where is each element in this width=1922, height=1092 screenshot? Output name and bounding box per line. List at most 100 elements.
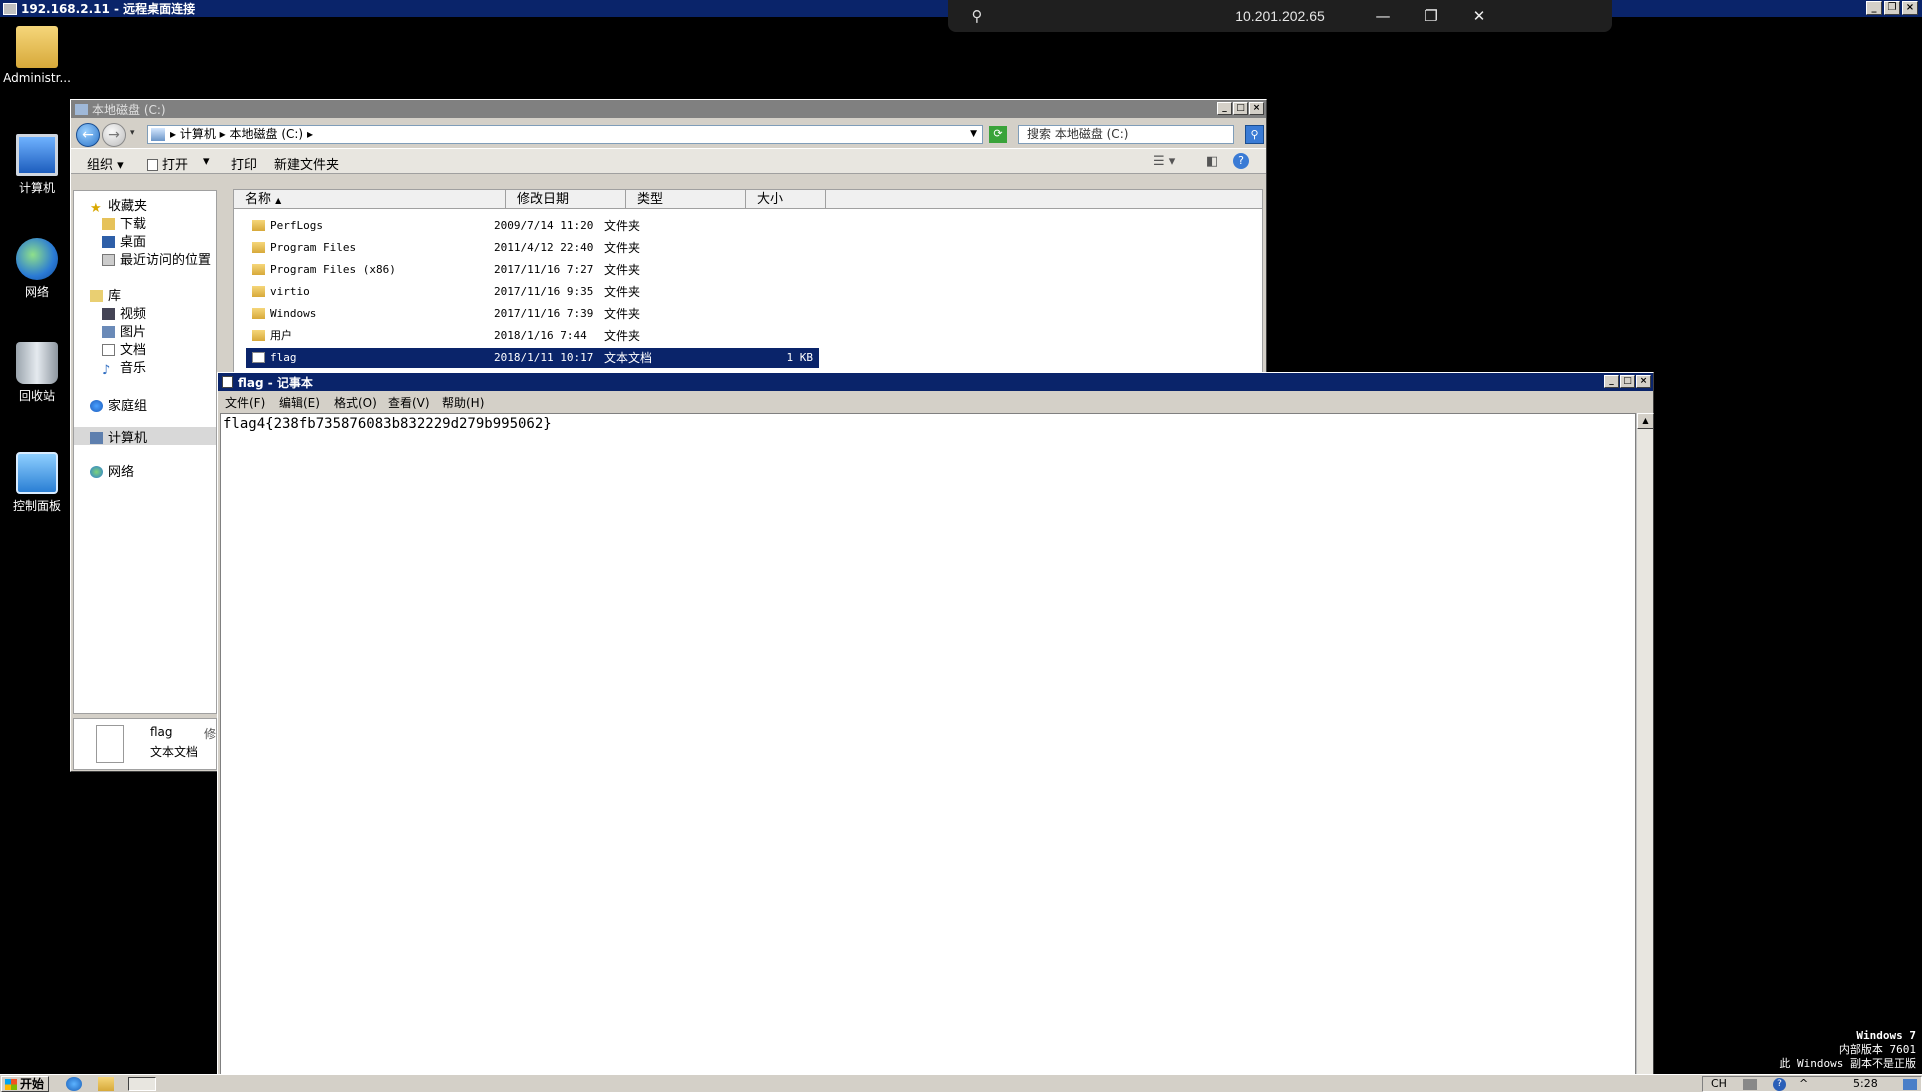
explorer-taskbar-icon[interactable] [98, 1077, 114, 1091]
table-row-selected[interactable]: flag 2018/1/11 10:17 文本文档 1 KB [246, 348, 819, 368]
desktop-icon-computer[interactable]: 计算机 [0, 134, 74, 196]
notepad-taskbar-button[interactable] [128, 1077, 156, 1091]
help-icon[interactable]: ? [1233, 153, 1249, 169]
menu-edit[interactable]: 编辑(E) [279, 394, 320, 411]
scroll-up-icon[interactable]: ▲ [1637, 413, 1654, 429]
open-dropdown-icon[interactable]: ▾ [203, 154, 210, 169]
search-input[interactable]: 搜索 本地磁盘 (C:) [1018, 125, 1234, 144]
nav-network[interactable]: 网络 [90, 461, 134, 480]
col-name[interactable]: 名称 ▲ [234, 190, 506, 209]
table-row[interactable]: Program Files (x86) 2017/11/16 7:27 文件夹 [246, 260, 819, 280]
desktop-icon-administrator[interactable]: Administr... [0, 26, 74, 85]
view-options-icon[interactable]: ☰ ▾ [1153, 154, 1175, 169]
conn-close-button[interactable]: ✕ [1464, 4, 1494, 28]
desktop-icon [102, 236, 115, 248]
rdp-close-button[interactable]: × [1902, 1, 1918, 15]
nav-label: 图片 [120, 325, 147, 340]
col-type[interactable]: 类型 [626, 190, 746, 209]
col-size[interactable]: 大小 [746, 190, 826, 209]
table-row[interactable]: virtio 2017/11/16 9:35 文件夹 [246, 282, 819, 302]
nav-computer[interactable]: 计算机 [74, 427, 216, 446]
menu-view[interactable]: 查看(V) [388, 394, 430, 411]
tray-expand-icon[interactable]: ^ [1799, 1077, 1808, 1091]
details-pane: flag 文本文档 修 [73, 718, 217, 770]
drive-icon [75, 103, 88, 115]
recycle-bin-icon [16, 342, 58, 384]
language-indicator[interactable]: CH [1711, 1077, 1727, 1091]
connection-ip: 10.201.202.65 [1235, 8, 1325, 24]
menu-file[interactable]: 文件(F) [225, 394, 265, 411]
desktop-icon-control-panel[interactable]: 控制面板 [0, 452, 74, 514]
keyboard-icon[interactable] [1743, 1079, 1757, 1090]
col-label: 名称 [245, 192, 272, 207]
open-button[interactable]: 打开 [147, 154, 188, 173]
menu-format[interactable]: 格式(O) [334, 394, 377, 411]
nav-libraries[interactable]: 库 [90, 285, 121, 304]
nav-downloads[interactable]: 下载 [102, 213, 146, 232]
details-filetype: 文本文档 [150, 745, 199, 759]
conn-restore-button[interactable]: ❐ [1416, 4, 1446, 28]
nav-favorites[interactable]: ★ 收藏夹 [90, 195, 148, 216]
computer-icon [16, 134, 58, 176]
breadcrumb-drive[interactable]: 本地磁盘 (C:) [230, 127, 304, 141]
desktop-icon-network[interactable]: 网络 [0, 238, 74, 300]
explorer-maximize-button[interactable]: □ [1233, 102, 1248, 115]
notepad-close-button[interactable]: × [1636, 375, 1651, 388]
explorer-titlebar[interactable]: 本地磁盘 (C:) _ □ × [71, 100, 1266, 118]
table-row[interactable]: Program Files 2011/4/12 22:40 文件夹 [246, 238, 819, 258]
notepad-text-area[interactable]: flag4{238fb735876083b832229d279b995062} [220, 413, 1636, 1092]
forward-button[interactable]: → [102, 123, 126, 147]
table-row[interactable]: 用户 2018/1/16 7:44 文件夹 [246, 326, 819, 346]
notepad-window-controls: _ □ × [1604, 375, 1651, 388]
star-icon: ★ [90, 201, 102, 216]
downloads-folder-icon [102, 218, 115, 230]
search-icon[interactable]: ⚲ [1245, 125, 1264, 144]
start-button[interactable]: 开始 [1, 1076, 49, 1092]
row-modified: 2018/1/11 10:17 [494, 351, 594, 364]
explorer-close-button[interactable]: × [1249, 102, 1264, 115]
nav-recent[interactable]: 最近访问的位置 [102, 249, 211, 268]
notepad-minimize-button[interactable]: _ [1604, 375, 1619, 388]
table-row[interactable]: Windows 2017/11/16 7:39 文件夹 [246, 304, 819, 324]
address-bar[interactable]: ▸ 计算机 ▸ 本地磁盘 (C:) ▸ ▼ [147, 125, 983, 144]
print-button[interactable]: 打印 [231, 154, 257, 173]
help-tray-icon[interactable]: ? [1773, 1078, 1786, 1091]
row-type: 文件夹 [604, 219, 641, 233]
desktop-icon-recycle-bin[interactable]: 回收站 [0, 342, 74, 404]
notepad-maximize-button[interactable]: □ [1620, 375, 1635, 388]
row-size: 1 KB [786, 351, 814, 364]
explorer-minimize-button[interactable]: _ [1217, 102, 1232, 115]
preview-pane-icon[interactable]: ◧ [1206, 154, 1218, 169]
nav-documents[interactable]: 文档 [102, 339, 146, 358]
nav-homegroup[interactable]: 家庭组 [90, 395, 147, 414]
desktop-icon-label: 计算机 [18, 181, 55, 195]
folder-icon [252, 286, 265, 297]
nav-pictures[interactable]: 图片 [102, 321, 146, 340]
conn-minimize-button[interactable]: — [1368, 4, 1398, 28]
organize-button[interactable]: 组织 ▾ [87, 154, 124, 173]
show-desktop-icon[interactable] [1903, 1079, 1917, 1090]
col-modified[interactable]: 修改日期 [506, 190, 626, 209]
rdp-minimize-button[interactable]: _ [1866, 1, 1882, 15]
rdp-restore-button[interactable]: ❐ [1884, 1, 1900, 15]
menu-help[interactable]: 帮助(H) [442, 394, 484, 411]
nav-videos[interactable]: 视频 [102, 303, 146, 322]
table-row[interactable]: PerfLogs 2009/7/14 11:20 文件夹 [246, 216, 819, 236]
notepad-titlebar[interactable]: flag - 记事本 _ □ × [218, 373, 1653, 391]
breadcrumb-computer[interactable]: 计算机 [180, 127, 216, 141]
new-folder-button[interactable]: 新建文件夹 [274, 154, 339, 173]
ie-icon[interactable] [66, 1077, 82, 1091]
row-modified: 2017/11/16 7:27 [494, 263, 594, 276]
folder-icon [252, 242, 265, 253]
refresh-button[interactable]: ⟳ [989, 126, 1007, 143]
address-dropdown-icon[interactable]: ▼ [970, 126, 977, 143]
nav-desktop[interactable]: 桌面 [102, 231, 146, 250]
rdp-title: 192.168.2.11 - 远程桌面连接 [21, 2, 196, 16]
back-button[interactable]: ← [76, 123, 100, 147]
clock[interactable]: 5:28 [1853, 1077, 1878, 1091]
nav-label: 收藏夹 [108, 199, 148, 214]
desktop-icon-label: Administr... [3, 71, 71, 85]
history-dropdown-icon[interactable]: ▾ [130, 128, 135, 138]
vertical-scrollbar[interactable]: ▲ [1636, 413, 1654, 1092]
nav-music[interactable]: ♪ 音乐 [102, 357, 146, 378]
